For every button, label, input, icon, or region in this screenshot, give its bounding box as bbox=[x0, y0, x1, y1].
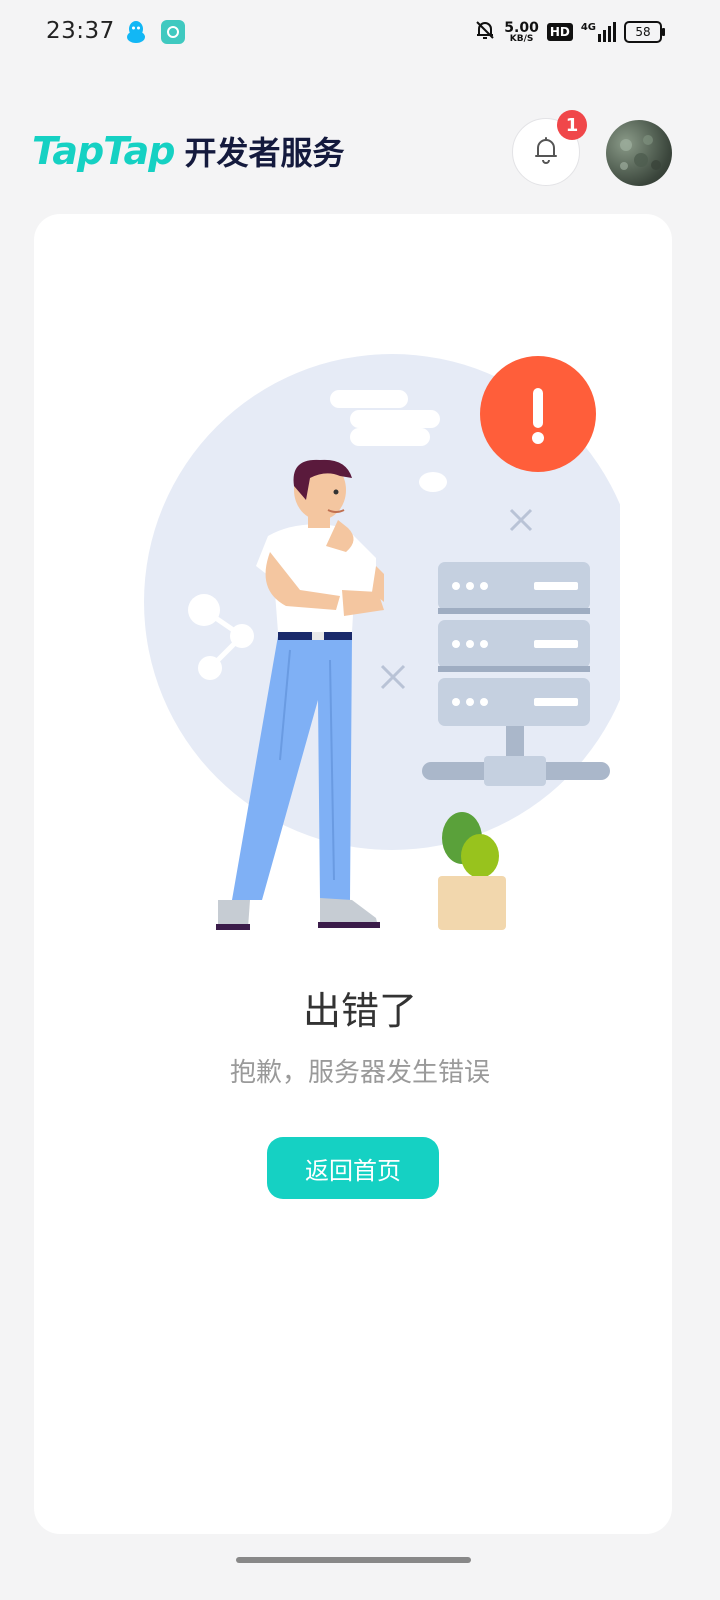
battery-icon: 58 bbox=[624, 21, 665, 43]
status-indicators: 5.00 KB/S HD 4G 58 bbox=[474, 18, 665, 46]
logo-service: 开发者服务 bbox=[184, 134, 345, 172]
app-notification-icon bbox=[161, 20, 185, 44]
notification-badge: 1 bbox=[557, 110, 587, 140]
return-home-button[interactable]: 返回首页 bbox=[267, 1137, 439, 1199]
home-indicator[interactable] bbox=[236, 1557, 471, 1563]
status-bar: 23:37 5.00 KB/S HD 4G 58 bbox=[0, 0, 720, 64]
bell-off-icon bbox=[474, 19, 496, 45]
qq-icon bbox=[126, 20, 146, 48]
taptap-logo[interactable]: TapTap 开发者服务 bbox=[32, 128, 345, 174]
error-message: 抱歉，服务器发生错误 bbox=[229, 1058, 490, 1088]
hd-badge: HD bbox=[546, 23, 573, 41]
error-title: 出错了 bbox=[302, 989, 417, 1033]
server-error-illustration bbox=[140, 340, 640, 940]
network-speed: 5.00 KB/S bbox=[504, 19, 539, 44]
logo-brand: TapTap bbox=[32, 129, 176, 173]
avatar[interactable] bbox=[606, 120, 672, 186]
status-time: 23:37 bbox=[46, 18, 115, 44]
bell-icon bbox=[533, 136, 559, 168]
signal-icon: 4G bbox=[581, 22, 616, 42]
